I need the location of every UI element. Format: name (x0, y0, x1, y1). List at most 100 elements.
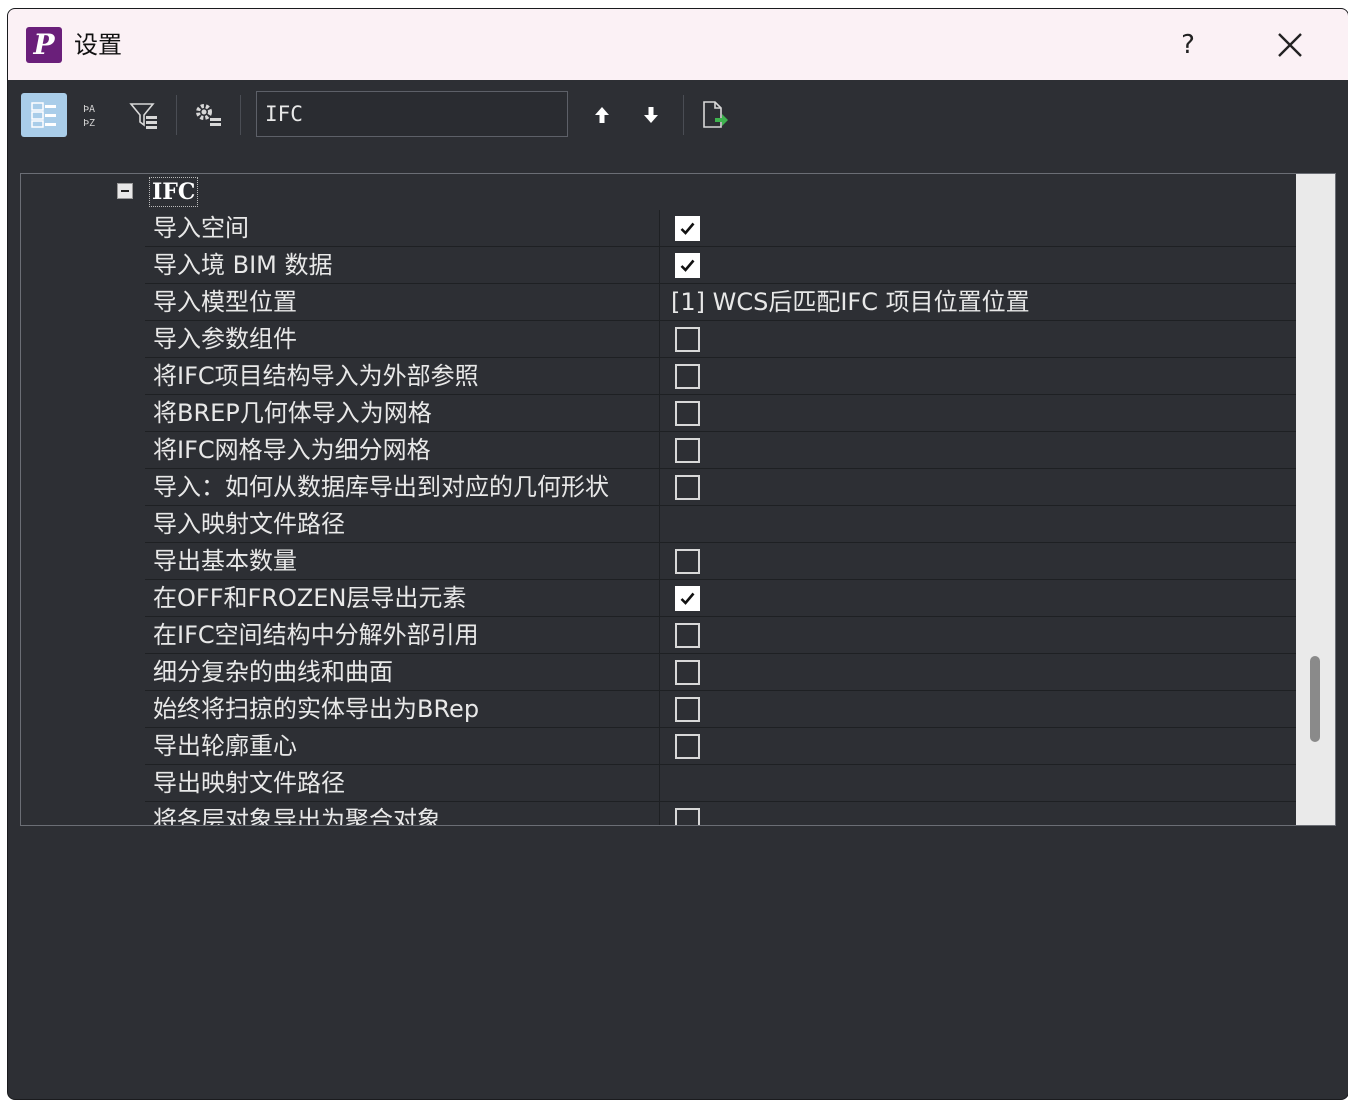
property-checkbox[interactable] (675, 327, 700, 352)
property-name: 导入：如何从数据库导出到对应的几何形状 (145, 469, 660, 505)
property-row[interactable]: 在OFF和FROZEN层导出元素 (145, 580, 1296, 617)
property-name: 导入境 BIM 数据 (145, 247, 660, 283)
property-checkbox[interactable] (675, 623, 700, 648)
property-name: 将IFC项目结构导入为外部参照 (145, 358, 660, 394)
property-name: 导入参数组件 (145, 321, 660, 357)
property-name: 导出映射文件路径 (145, 765, 660, 801)
property-name: 导入映射文件路径 (145, 506, 660, 542)
property-checkbox[interactable] (675, 253, 700, 278)
property-row[interactable]: 将IFC网格导入为细分网格 (145, 432, 1296, 469)
property-value-text (661, 510, 671, 538)
categorized-view-button[interactable] (21, 93, 67, 137)
property-value[interactable] (661, 728, 1296, 764)
svg-text:ÞA: ÞA (83, 104, 95, 115)
settings-dialog: P 设置 ? ÞA ÞZ IFC IFC 导入空间 导入境 BIM 数据 导入模… (7, 8, 1348, 1100)
settings-button[interactable] (185, 93, 231, 137)
property-value[interactable]: [1] WCS后匹配IFC 项目位置位置 (661, 284, 1296, 320)
property-value[interactable] (661, 469, 1296, 505)
filter-button[interactable] (121, 93, 167, 137)
property-row[interactable]: 将各层对象导出为聚合对象 (145, 802, 1296, 825)
property-checkbox[interactable] (675, 364, 700, 389)
move-up-button[interactable] (579, 93, 625, 137)
property-checkbox[interactable] (675, 734, 700, 759)
property-value[interactable] (661, 691, 1296, 727)
property-checkbox[interactable] (675, 549, 700, 574)
property-name: 始终将扫掠的实体导出为BRep (145, 691, 660, 727)
property-row[interactable]: 将IFC项目结构导入为外部参照 (145, 358, 1296, 395)
close-button[interactable] (1268, 25, 1312, 65)
property-value[interactable] (661, 654, 1296, 690)
property-value[interactable] (661, 802, 1296, 825)
close-icon (1278, 33, 1302, 57)
export-button[interactable] (691, 93, 737, 137)
toolbar-separator (176, 95, 177, 135)
property-row[interactable]: 导入模型位置 [1] WCS后匹配IFC 项目位置位置 (145, 284, 1296, 321)
property-value[interactable] (661, 543, 1296, 579)
property-value[interactable] (661, 432, 1296, 468)
property-name: 将BREP几何体导入为网格 (145, 395, 660, 431)
arrow-up-icon (595, 107, 609, 123)
property-checkbox[interactable] (675, 475, 700, 500)
settings-icon (196, 104, 221, 126)
property-row[interactable]: 导入映射文件路径 (145, 506, 1296, 543)
property-checkbox[interactable] (675, 697, 700, 722)
move-down-button[interactable] (628, 93, 674, 137)
category-label[interactable]: IFC (149, 177, 199, 207)
property-row[interactable]: 导入境 BIM 数据 (145, 247, 1296, 284)
property-row[interactable]: 导出映射文件路径 (145, 765, 1296, 802)
property-value-text (661, 769, 671, 797)
property-checkbox[interactable] (675, 660, 700, 685)
property-name: 细分复杂的曲线和曲面 (145, 654, 660, 690)
alphabetical-sort-icon: ÞA ÞZ (83, 104, 95, 129)
property-value[interactable] (661, 210, 1296, 246)
property-value[interactable] (661, 765, 1296, 801)
search-input[interactable] (256, 91, 568, 137)
alphabetical-sort-button[interactable]: ÞA ÞZ (71, 93, 117, 137)
svg-text:ÞZ: ÞZ (83, 118, 95, 129)
property-name: 导入模型位置 (145, 284, 660, 320)
app-logo-icon: P (26, 27, 62, 63)
property-row[interactable]: 导出轮廓重心 (145, 728, 1296, 765)
property-value[interactable] (661, 617, 1296, 653)
property-name: 将各层对象导出为聚合对象 (145, 802, 660, 825)
property-checkbox[interactable] (675, 438, 700, 463)
help-button[interactable]: ? (1168, 27, 1208, 63)
property-row[interactable]: 导出基本数量 (145, 543, 1296, 580)
checkmark-icon (680, 259, 695, 272)
dialog-title: 设置 (74, 31, 122, 59)
property-checkbox[interactable] (675, 216, 700, 241)
property-value[interactable] (661, 395, 1296, 431)
property-name: 在IFC空间结构中分解外部引用 (145, 617, 660, 653)
property-grid: IFC 导入空间 导入境 BIM 数据 导入模型位置 [1] WCS后匹配IFC 项目… (20, 173, 1336, 826)
checkmark-icon (680, 592, 695, 605)
property-name: 将IFC网格导入为细分网格 (145, 432, 660, 468)
property-row[interactable]: 导入空间 (145, 210, 1296, 247)
export-icon (703, 101, 728, 128)
property-name: 导入空间 (145, 210, 660, 246)
vertical-scrollbar[interactable] (1296, 174, 1335, 825)
arrow-down-icon (644, 107, 658, 123)
property-value[interactable] (661, 321, 1296, 357)
property-row[interactable]: 细分复杂的曲线和曲面 (145, 654, 1296, 691)
title-bar: P 设置 ? (8, 9, 1348, 80)
toolbar-separator (240, 95, 241, 135)
checkmark-icon (680, 222, 695, 235)
property-row[interactable]: 始终将扫掠的实体导出为BRep (145, 691, 1296, 728)
property-value[interactable] (661, 506, 1296, 542)
scrollbar-thumb[interactable] (1310, 656, 1320, 742)
filter-icon (129, 103, 157, 129)
property-row[interactable]: 导入参数组件 (145, 321, 1296, 358)
property-checkbox[interactable] (675, 401, 700, 426)
property-row[interactable]: 将BREP几何体导入为网格 (145, 395, 1296, 432)
property-value[interactable] (661, 358, 1296, 394)
collapse-icon[interactable] (117, 183, 133, 199)
property-checkbox[interactable] (675, 586, 700, 611)
property-name: 导出基本数量 (145, 543, 660, 579)
property-grid-body: IFC 导入空间 导入境 BIM 数据 导入模型位置 [1] WCS后匹配IFC 项目… (21, 174, 1296, 825)
categorized-view-icon (31, 102, 56, 128)
property-row[interactable]: 在IFC空间结构中分解外部引用 (145, 617, 1296, 654)
property-value[interactable] (661, 580, 1296, 616)
property-checkbox[interactable] (675, 808, 700, 825)
property-value[interactable] (661, 247, 1296, 283)
property-row[interactable]: 导入：如何从数据库导出到对应的几何形状 (145, 469, 1296, 506)
